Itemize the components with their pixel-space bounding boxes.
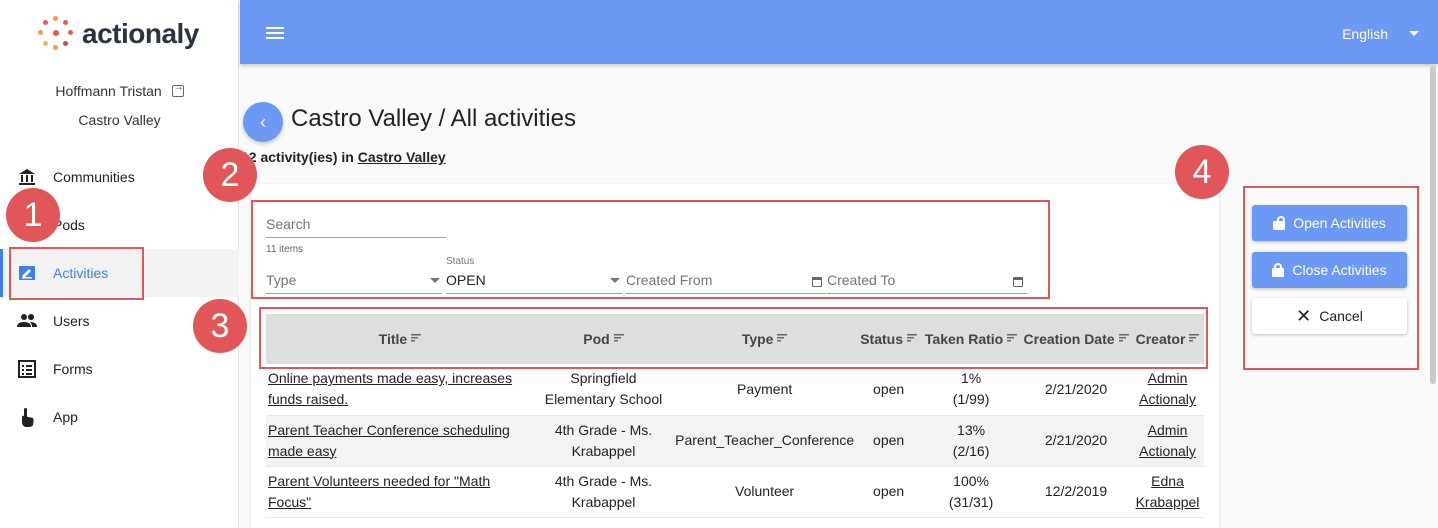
- taken-ratio-cell: 100% (31/31): [921, 466, 1022, 518]
- sidebar-item-label: Users: [53, 313, 90, 329]
- language-select[interactable]: English: [1342, 26, 1388, 42]
- community-name: Castro Valley: [78, 112, 161, 128]
- type-cell: Payment: [673, 364, 857, 416]
- sidebar-item-label: Communities: [53, 169, 135, 185]
- pod-cell: 4th Grade - Ms. Krabappel: [533, 415, 674, 467]
- status-cell: open: [856, 415, 922, 467]
- creation-date-cell: 2/21/2020: [1021, 364, 1132, 416]
- menu-icon[interactable]: [266, 27, 284, 39]
- activity-title-link[interactable]: Parent Teacher Conference scheduling mad…: [268, 422, 510, 459]
- creator-link[interactable]: Admin Actionaly: [1139, 422, 1196, 459]
- annotation-box-4: [1243, 186, 1419, 370]
- taken-ratio-cell: 13% (2/16): [921, 415, 1022, 467]
- logo: actionaly: [36, 14, 199, 54]
- pod-cell: 4th Grade - Ms. Krabappel: [533, 466, 674, 518]
- annotation-number-3: 3: [193, 299, 247, 353]
- annotation-number-2: 2: [203, 148, 257, 202]
- annotation-number-1: 1: [6, 188, 60, 242]
- list-icon: [17, 359, 37, 379]
- activity-title-link[interactable]: Parent Volunteers needed for "Math Focus…: [268, 473, 490, 510]
- status-cell: open: [856, 466, 922, 518]
- type-cell: Volunteer: [673, 466, 857, 518]
- scrollbar[interactable]: [1430, 66, 1436, 384]
- touch-icon: [17, 407, 37, 427]
- sidebar-item-forms[interactable]: Forms: [0, 345, 239, 393]
- sidebar-item-label: Forms: [53, 361, 93, 377]
- chevron-left-icon: ‹: [260, 111, 266, 132]
- chevron-down-icon[interactable]: [1409, 31, 1419, 36]
- creator-cell: Admin Actionaly: [1131, 415, 1204, 467]
- table-row[interactable]: Parent Volunteers needed for "Math Focus…: [266, 466, 1204, 518]
- creator-cell: Admin Actionaly: [1131, 364, 1204, 416]
- sidebar-item-label: App: [53, 409, 78, 425]
- annotation-box-3: [259, 307, 1208, 369]
- creator-link[interactable]: Edna Krabappel: [1136, 473, 1200, 510]
- creation-date-cell: 2/21/2020: [1021, 415, 1132, 467]
- taken-ratio-cell: 1% (1/99): [921, 364, 1022, 416]
- logo-icon: [36, 14, 76, 54]
- pod-cell: Springfield Elementary School: [533, 364, 674, 416]
- sidebar-item-app[interactable]: App: [0, 393, 239, 441]
- creator-cell: Edna Krabappel: [1131, 466, 1204, 518]
- back-button[interactable]: ‹: [243, 102, 283, 142]
- community-link[interactable]: Castro Valley: [358, 149, 446, 165]
- top-app-bar: English: [240, 0, 1438, 64]
- user-name: Hoffmann Tristan: [55, 83, 162, 99]
- logo-text: actionaly: [82, 18, 199, 49]
- users-icon: [17, 311, 37, 331]
- annotation-box-2: [251, 200, 1050, 299]
- table-row[interactable]: Parent Teacher Conference scheduling mad…: [266, 415, 1204, 467]
- creator-link[interactable]: Admin Actionaly: [1139, 370, 1196, 407]
- type-cell: Parent_Teacher_Conference: [673, 415, 857, 467]
- page-title: Castro Valley / All activities: [291, 105, 576, 132]
- bank-icon: [17, 167, 37, 187]
- annotation-number-4: 4: [1175, 145, 1229, 199]
- status-cell: open: [856, 364, 922, 416]
- annotation-box-1: [9, 247, 144, 300]
- activity-title-link[interactable]: Online payments made easy, increases fun…: [268, 370, 512, 407]
- table-row[interactable]: Online payments made easy, increases fun…: [266, 364, 1204, 416]
- activity-count: 12 activity(ies) in Castro Valley: [241, 149, 446, 165]
- creation-date-cell: 12/2/2019: [1021, 466, 1132, 518]
- logout-icon[interactable]: [171, 82, 184, 97]
